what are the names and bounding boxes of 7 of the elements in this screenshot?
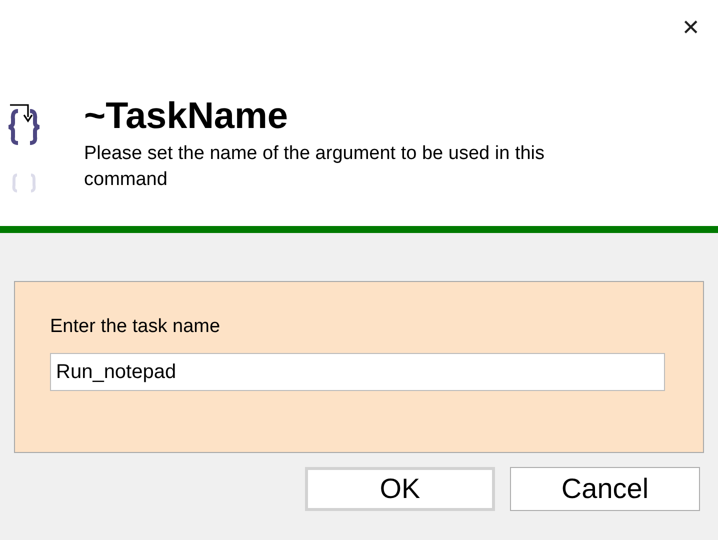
dialog-button[interactable]: Cancel xyxy=(510,467,700,511)
dialog-button[interactable]: OK xyxy=(305,467,495,511)
task-name-field[interactable]: Run_notepad xyxy=(50,353,665,391)
close-button[interactable]: ✕ xyxy=(678,14,704,43)
dialog-description: Please set the name of the argument to be used in this command xyxy=(84,142,546,192)
dialog-title: ~TaskName xyxy=(84,94,289,138)
field-label: Enter the task name xyxy=(50,316,222,338)
